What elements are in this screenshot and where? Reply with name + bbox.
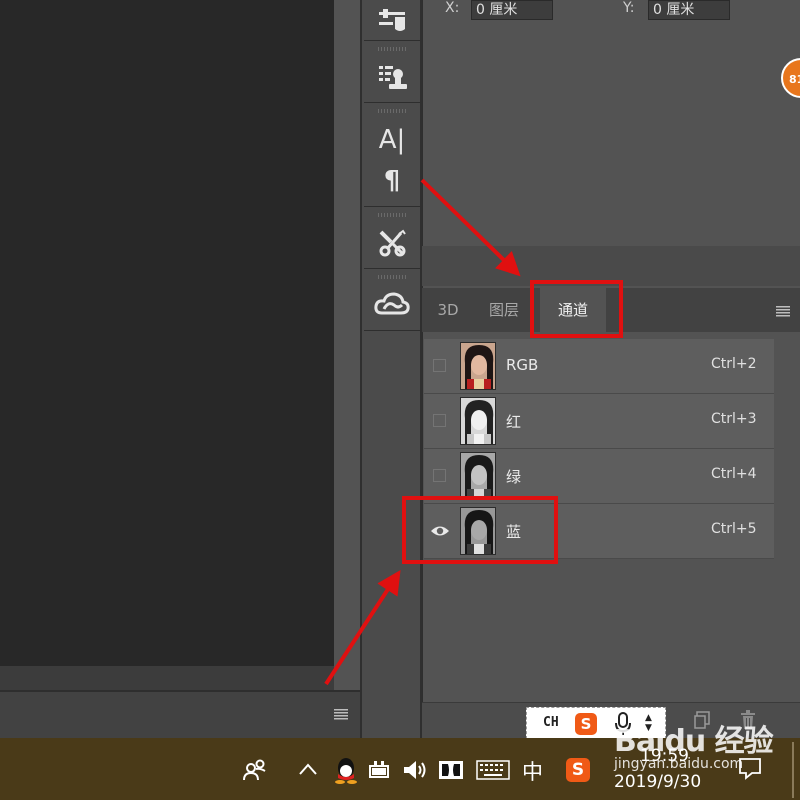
input-language-indicator[interactable]: 中 <box>522 756 543 786</box>
sogou-tray-icon[interactable]: S <box>566 758 590 782</box>
channel-shortcut: Ctrl+4 <box>711 466 757 482</box>
channel-row-rgb[interactable]: RGB Ctrl+2 <box>424 339 774 394</box>
watermark-url: jingyan.baidu.com <box>614 756 744 772</box>
dolby-icon[interactable] <box>438 760 464 780</box>
y-label: Y: <box>623 0 635 16</box>
channel-row-red[interactable]: 红 Ctrl+3 <box>424 394 774 449</box>
tools-icon[interactable] <box>364 222 420 264</box>
y-position-input[interactable]: 0 厘米 <box>648 0 730 20</box>
chevron-up-icon[interactable] <box>298 762 318 776</box>
ime-mode-label[interactable]: CH <box>543 715 559 730</box>
panel-icon-strip: A| ¶ <box>360 0 422 738</box>
annotation-box-channels-tab <box>530 280 623 338</box>
channel-thumbnail <box>460 397 496 445</box>
channel-name: 红 <box>506 413 522 431</box>
canvas-scroll-area[interactable] <box>0 666 334 690</box>
document-canvas[interactable] <box>0 0 334 666</box>
channel-name: RGB <box>506 356 539 374</box>
channel-shortcut: Ctrl+2 <box>711 356 757 372</box>
character-icon[interactable]: A| <box>364 118 420 162</box>
properties-panel: X: 0 厘米 Y: 0 厘米 <box>422 0 800 286</box>
timeline-panel-bar <box>0 690 360 740</box>
tab-3d[interactable]: 3D <box>430 288 466 332</box>
touch-keyboard-icon[interactable] <box>476 760 510 780</box>
tab-layers[interactable]: 图层 <box>478 288 530 332</box>
x-label: X: <box>445 0 460 16</box>
x-position-input[interactable]: 0 厘米 <box>471 0 553 20</box>
people-icon[interactable] <box>242 758 268 782</box>
channel-thumbnail <box>460 342 496 390</box>
paragraph-icon[interactable]: ¶ <box>364 162 420 200</box>
watermark: Baidu 经验 jingyan.baidu.com <box>600 712 800 792</box>
creative-cloud-icon[interactable] <box>364 282 420 326</box>
channel-name: 绿 <box>506 468 522 486</box>
channel-shortcut: Ctrl+3 <box>711 411 757 427</box>
visibility-toggle[interactable] <box>433 359 446 372</box>
volume-icon[interactable] <box>402 758 428 782</box>
visibility-toggle[interactable] <box>433 414 446 427</box>
canvas-vertical-scrollbar[interactable] <box>334 0 360 690</box>
visibility-toggle[interactable] <box>433 469 446 482</box>
panel-menu-icon[interactable] <box>776 305 790 317</box>
adjustments-icon[interactable] <box>364 0 420 40</box>
battery-icon[interactable] <box>368 760 392 780</box>
sogou-icon[interactable]: S <box>575 713 597 735</box>
annotation-box-blue-channel <box>402 496 558 564</box>
qq-icon[interactable] <box>332 756 360 784</box>
channel-shortcut: Ctrl+5 <box>711 521 757 537</box>
channel-thumbnail <box>460 452 496 500</box>
panel-menu-icon[interactable] <box>334 708 348 720</box>
watermark-brand: Baidu 经验 <box>614 724 774 759</box>
styles-icon[interactable] <box>364 56 420 100</box>
